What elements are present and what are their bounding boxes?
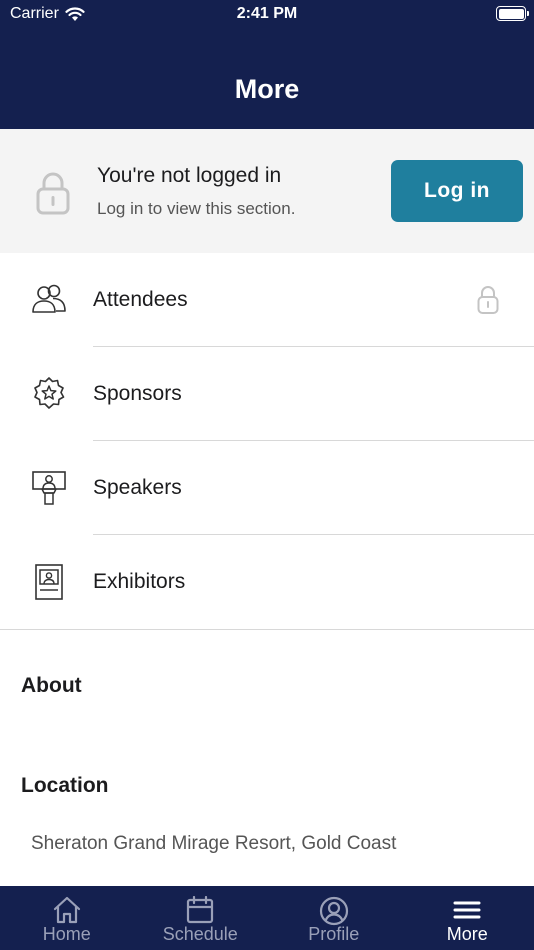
tab-label: Home (42, 924, 91, 944)
log-in-button[interactable]: Log in (391, 160, 523, 222)
tab-label: Profile (308, 924, 360, 944)
menu-item-label: Attendees (93, 288, 188, 311)
page-title: More (234, 74, 300, 104)
home-icon (53, 896, 80, 924)
exhibitor-booth-icon (35, 564, 63, 600)
calendar-icon (187, 896, 214, 924)
menu-item-label: Exhibitors (93, 570, 186, 593)
menu-item-speakers[interactable]: Speakers (0, 441, 534, 535)
lock-icon (477, 286, 499, 314)
profile-icon (319, 896, 348, 926)
about-heading: About (21, 674, 82, 697)
menu-item-label: Sponsors (93, 382, 182, 405)
more-menu-list: Attendees Sponsors Speakers Exhibitors (0, 253, 534, 629)
tab-schedule[interactable]: Schedule (134, 886, 268, 950)
battery-icon (496, 6, 529, 21)
menu-item-exhibitors[interactable]: Exhibitors (0, 535, 534, 629)
location-value: Sheraton Grand Mirage Resort, Gold Coast (31, 833, 397, 854)
sponsor-badge-icon (34, 377, 65, 409)
tab-bar: Home Schedule Profile More (0, 886, 534, 950)
menu-item-attendees[interactable]: Attendees (0, 253, 534, 347)
tab-label: Schedule (162, 924, 238, 944)
menu-item-label: Speakers (93, 476, 182, 499)
menu-item-sponsors[interactable]: Sponsors (0, 347, 534, 441)
lock-icon (36, 172, 70, 215)
list-divider (0, 629, 534, 630)
attendees-icon (32, 284, 66, 313)
login-banner-subtitle: Log in to view this section. (97, 199, 296, 218)
tab-profile[interactable]: Profile (267, 886, 401, 950)
navigation-bar: More (0, 30, 534, 129)
menu-icon (453, 901, 481, 919)
tab-more[interactable]: More (401, 886, 534, 950)
status-time: 2:41 PM (236, 5, 298, 22)
login-banner-title: You're not logged in (97, 164, 282, 187)
login-banner: You're not logged in Log in to view this… (0, 129, 534, 253)
tab-home[interactable]: Home (0, 886, 134, 950)
status-bar: Carrier 2:41 PM (0, 0, 534, 30)
location-heading: Location (21, 774, 109, 797)
speaker-podium-icon (32, 471, 66, 505)
tab-label: More (446, 924, 488, 944)
